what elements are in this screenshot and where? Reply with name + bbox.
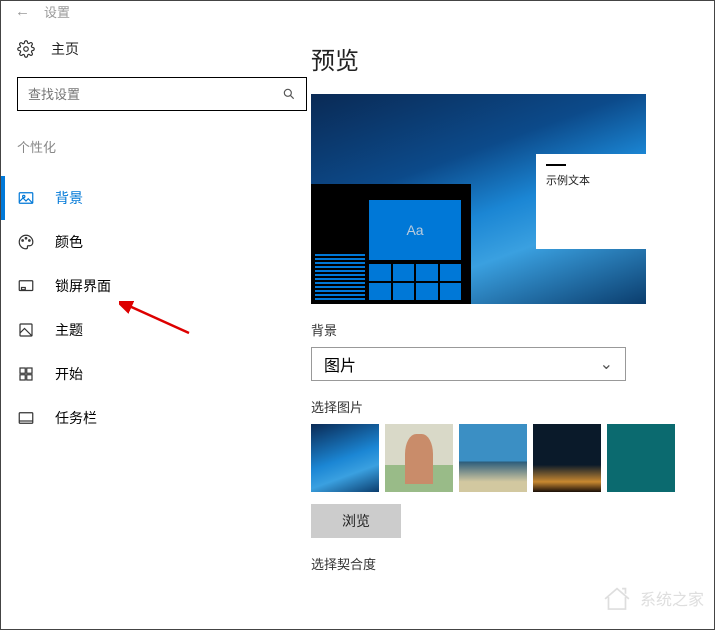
home-link[interactable]: 主页 (17, 39, 295, 59)
taskbar-icon (17, 409, 35, 427)
sidebar-item-label: 锁屏界面 (55, 276, 111, 296)
sidebar-item-label: 任务栏 (55, 408, 97, 428)
sidebar-item-colors[interactable]: 颜色 (1, 220, 295, 264)
start-icon (17, 365, 35, 383)
choose-picture-label: 选择图片 (311, 397, 700, 416)
sidebar-item-background[interactable]: 背景 (1, 176, 295, 220)
search-icon (282, 87, 296, 101)
sidebar-item-lockscreen[interactable]: 锁屏界面 (1, 264, 295, 308)
chevron-down-icon: ⌄ (600, 354, 613, 374)
window-header: ← 设置 (1, 1, 714, 21)
theme-icon (17, 321, 35, 339)
sidebar-item-themes[interactable]: 主题 (1, 308, 295, 352)
browse-button[interactable]: 浏览 (311, 504, 401, 538)
sidebar-item-label: 开始 (55, 364, 83, 384)
sample-text: 示例文本 (546, 172, 636, 188)
search-box[interactable] (17, 77, 307, 111)
watermark: 系统之家 (600, 583, 704, 613)
desktop-preview: Aa 示例文本 (311, 94, 646, 304)
sidebar-item-label: 背景 (55, 188, 83, 208)
search-input[interactable] (28, 87, 282, 102)
sidebar: 主页 个性化 背景 颜色 锁屏界面 主题 开始 任务 (1, 21, 311, 629)
back-icon[interactable]: ← (15, 3, 30, 20)
content-pane: 预览 Aa 示例文本 背景 图片 ⌄ (311, 21, 714, 629)
thumbnail-5[interactable] (607, 424, 675, 492)
thumbnail-2[interactable] (385, 424, 453, 492)
thumbnail-3[interactable] (459, 424, 527, 492)
watermark-text: 系统之家 (640, 586, 704, 610)
background-type-dropdown[interactable]: 图片 ⌄ (311, 347, 626, 381)
background-label: 背景 (311, 320, 700, 339)
palette-icon (17, 233, 35, 251)
house-icon (600, 583, 634, 613)
lockscreen-icon (17, 277, 35, 295)
sidebar-item-label: 颜色 (55, 232, 83, 252)
sidebar-item-start[interactable]: 开始 (1, 352, 295, 396)
fit-label: 选择契合度 (311, 554, 700, 573)
window-title: 设置 (44, 2, 70, 21)
thumbnail-4[interactable] (533, 424, 601, 492)
gear-icon (17, 40, 35, 58)
preview-tile-aa: Aa (369, 200, 461, 260)
picture-icon (17, 189, 35, 207)
thumbnail-1[interactable] (311, 424, 379, 492)
dropdown-value: 图片 (324, 352, 356, 376)
preview-sample-window: 示例文本 (536, 154, 646, 249)
sidebar-item-label: 主题 (55, 320, 83, 340)
picture-thumbnails (311, 424, 700, 492)
section-title: 个性化 (17, 137, 295, 156)
sidebar-item-taskbar[interactable]: 任务栏 (1, 396, 295, 440)
home-label: 主页 (51, 39, 79, 59)
preview-heading: 预览 (311, 41, 700, 76)
